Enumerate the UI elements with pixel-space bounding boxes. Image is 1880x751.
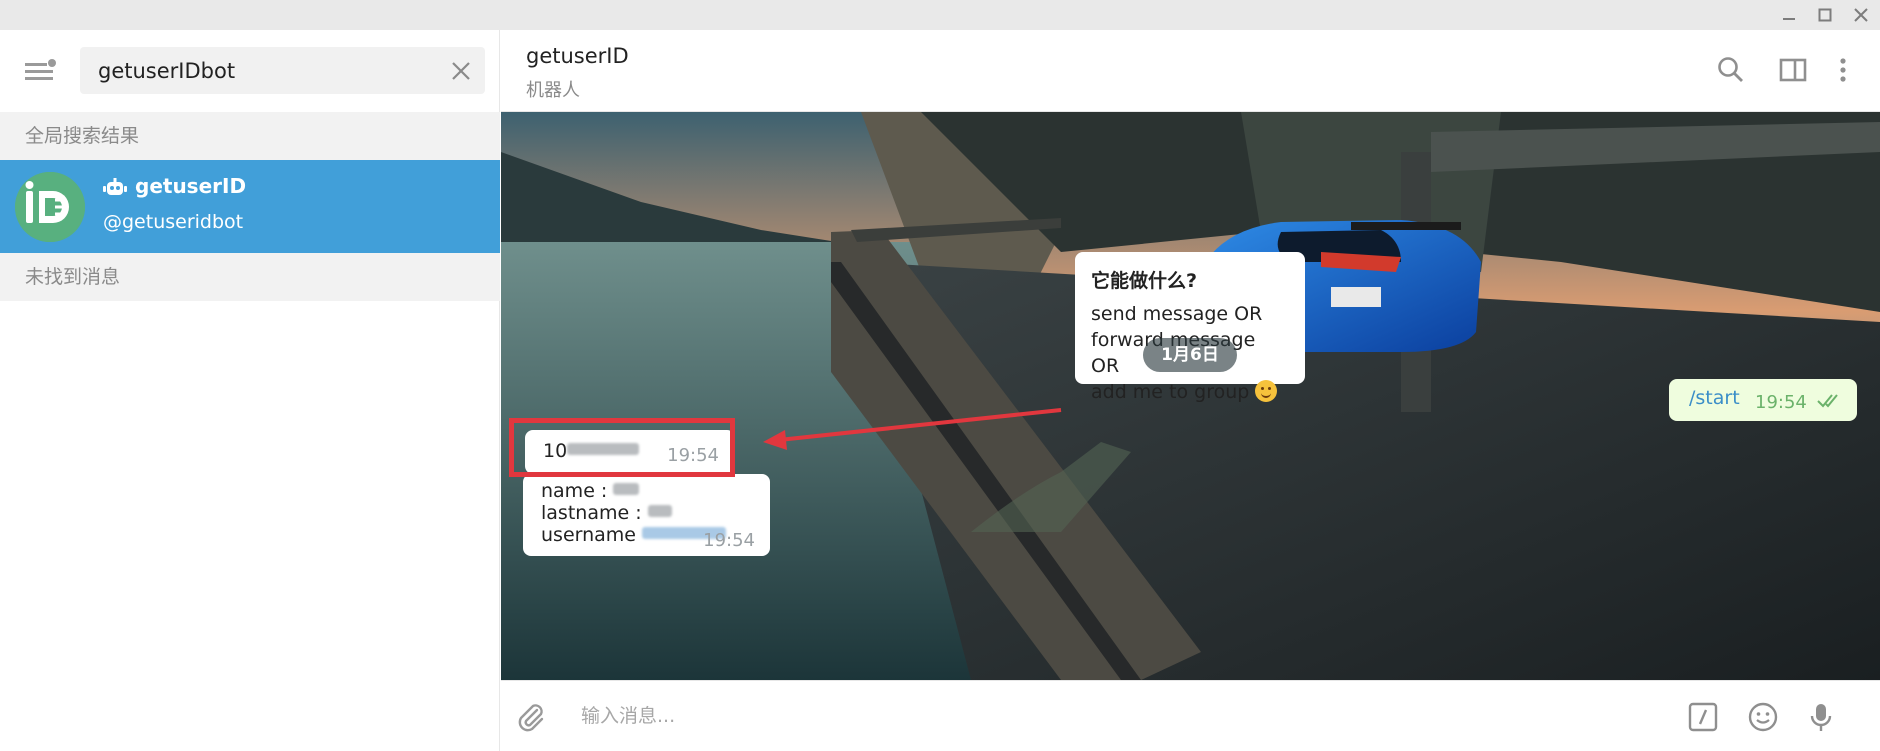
global-results-header: 全局搜索结果: [0, 112, 500, 160]
more-vertical-icon[interactable]: [1827, 54, 1859, 86]
attach-icon[interactable]: [515, 701, 547, 733]
emoji-icon[interactable]: [1747, 701, 1779, 733]
microphone-icon[interactable]: [1805, 701, 1837, 733]
menu-icon[interactable]: [22, 54, 58, 90]
avatar: [15, 172, 85, 242]
chat-header: getuserID 机器人: [501, 30, 1880, 112]
maximize-icon[interactable]: [1810, 0, 1840, 30]
search-result-item[interactable]: getuserID @getuseridbot: [0, 160, 500, 253]
bot-command-icon[interactable]: [1687, 701, 1719, 733]
result-name: getuserID: [135, 174, 247, 198]
search-input[interactable]: [98, 47, 428, 94]
close-icon[interactable]: [1846, 0, 1876, 30]
robot-icon: [103, 178, 127, 198]
annotation-arrow: [763, 408, 1062, 450]
minimize-icon[interactable]: [1774, 0, 1804, 30]
window-title-bar: [0, 0, 1880, 30]
no-messages-header: 未找到消息: [0, 253, 500, 301]
sidebar: 全局搜索结果 getuserID @getuseridbot: [0, 30, 500, 751]
message-composer: [501, 680, 1880, 751]
sidebar-toggle-icon[interactable]: [1777, 54, 1809, 86]
chat-area: 它能做什么? send message OR forward message O…: [501, 112, 1880, 680]
search-field: [80, 47, 485, 94]
search-icon[interactable]: [1715, 54, 1747, 86]
clear-search-icon[interactable]: [449, 59, 473, 83]
chat-subtitle: 机器人: [526, 80, 580, 101]
message-input[interactable]: [581, 701, 1381, 731]
result-handle: @getuseridbot: [103, 211, 244, 233]
chat-title[interactable]: getuserID: [526, 44, 629, 68]
